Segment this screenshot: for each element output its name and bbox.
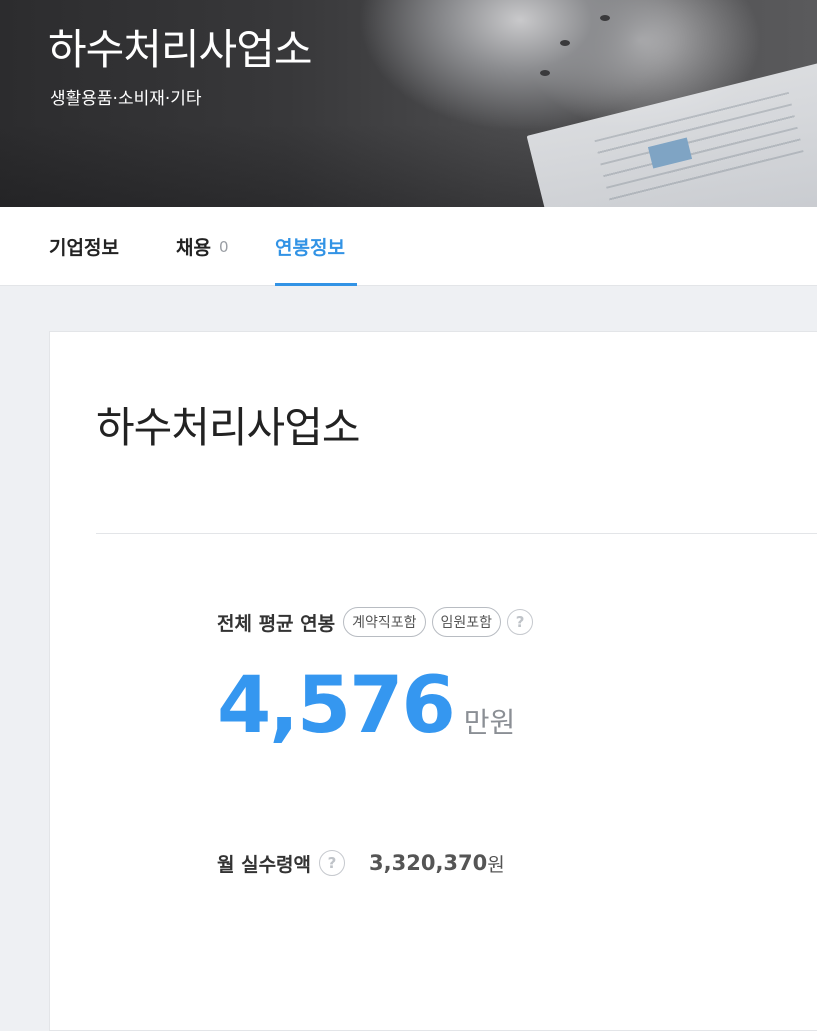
tab-company-info[interactable]: 기업정보 <box>49 207 119 286</box>
tab-label: 기업정보 <box>49 237 119 259</box>
card-company-name: 하수처리사업소 <box>96 403 360 452</box>
company-header-banner: 하수처리사업소 생활용품·소비재·기타 <box>0 0 817 207</box>
average-salary-label: 전체 평균 연봉 <box>217 612 336 635</box>
company-title: 하수처리사업소 <box>48 25 312 74</box>
tab-salary-info[interactable]: 연봉정보 <box>275 207 357 286</box>
tab-label: 연봉정보 <box>275 237 345 259</box>
help-icon[interactable]: ? <box>507 609 534 635</box>
monthly-net-unit: 원 <box>487 853 505 876</box>
salary-card: 하수처리사업소 전체 평균 연봉 계약직포함 임원포함 ? 4,576 만원 월… <box>49 331 817 1031</box>
average-salary-value: 4,576 <box>217 661 456 751</box>
company-industry: 생활용품·소비재·기타 <box>50 89 202 109</box>
badge-executive-included: 임원포함 <box>431 607 502 637</box>
tab-recruitment[interactable]: 채용 0 <box>176 207 229 286</box>
monthly-net-value: 3,320,370 <box>369 851 488 875</box>
banner-decor-dot <box>560 40 570 46</box>
banner-decor-dot <box>600 15 610 21</box>
average-salary-header: 전체 평균 연봉 계약직포함 임원포함 ? <box>217 605 534 639</box>
monthly-net-label: 월 실수령액 <box>217 853 312 876</box>
average-salary: 4,576 만원 <box>217 667 515 745</box>
average-salary-unit: 만원 <box>463 706 516 739</box>
tab-count: 0 <box>218 237 229 256</box>
tab-label: 채용 <box>176 237 211 259</box>
company-tabs: 기업정보 채용 0 연봉정보 <box>0 207 817 286</box>
help-icon[interactable]: ? <box>319 850 346 876</box>
monthly-net-pay: 월 실수령액 ? 3,320,370 원 <box>217 846 505 880</box>
badge-contract-included: 계약직포함 <box>343 607 426 637</box>
banner-decor-dot <box>540 70 550 76</box>
divider <box>96 533 817 534</box>
